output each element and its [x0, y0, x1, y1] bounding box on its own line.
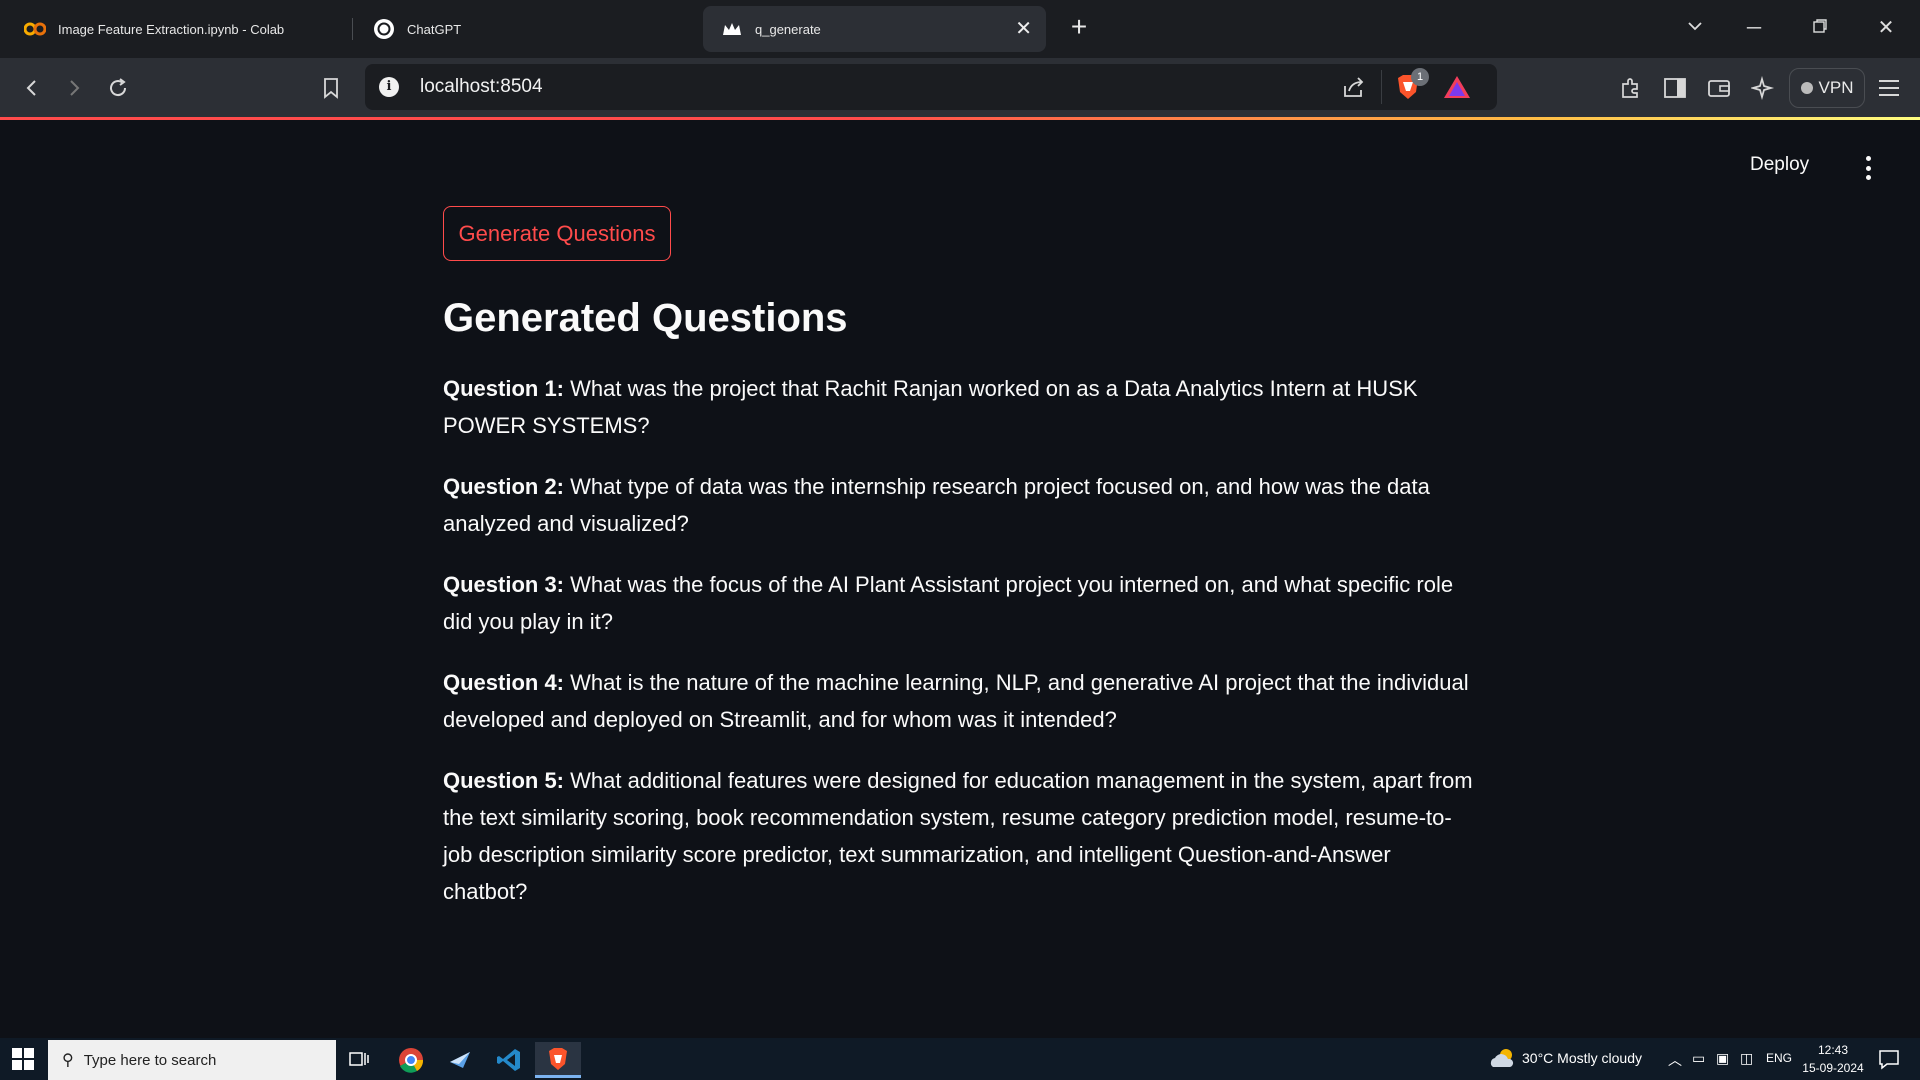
- extensions-icon[interactable]: [1615, 72, 1647, 104]
- list-item: Question 5: What additional features wer…: [443, 762, 1473, 910]
- question-label: Question 4:: [443, 670, 565, 695]
- vpn-label: VPN: [1818, 78, 1854, 97]
- battery-icon[interactable]: ▭: [1692, 1050, 1705, 1067]
- task-view-icon[interactable]: [336, 1042, 382, 1078]
- url-text[interactable]: localhost:8504: [420, 76, 543, 98]
- browser-toolbar: i localhost:8504 1 VPN: [0, 58, 1920, 118]
- list-item: Question 2: What type of data was the in…: [443, 468, 1473, 542]
- weather-text[interactable]: 30°C Mostly cloudy: [1522, 1050, 1642, 1066]
- show-hidden-icons-chevron-icon[interactable]: ︿: [1668, 1050, 1682, 1070]
- back-button[interactable]: [16, 72, 48, 104]
- weather-cloud-icon[interactable]: [1488, 1047, 1516, 1074]
- questions-list: Question 1: What was the project that Ra…: [443, 370, 1473, 934]
- tab-label: Image Feature Extraction.ipynb - Colab: [58, 21, 285, 37]
- tab-colab[interactable]: Image Feature Extraction.ipynb - Colab: [6, 6, 346, 52]
- language-indicator[interactable]: ENG: [1766, 1051, 1792, 1065]
- tab-chatgpt[interactable]: ChatGPT: [355, 6, 685, 52]
- reload-button[interactable]: [102, 72, 134, 104]
- question-text: What additional features were designed f…: [443, 768, 1473, 904]
- address-bar[interactable]: i localhost:8504 1: [365, 64, 1497, 110]
- leo-ai-icon[interactable]: [1747, 72, 1779, 104]
- deploy-button[interactable]: Deploy: [1750, 154, 1809, 176]
- close-tab-icon[interactable]: ✕: [1015, 19, 1032, 39]
- shields-count-badge: 1: [1411, 68, 1429, 86]
- search-placeholder: Type here to search: [83, 1051, 217, 1069]
- tab-separator: [352, 18, 353, 40]
- generate-questions-button[interactable]: Generate Questions: [443, 206, 671, 261]
- question-label: Question 2:: [443, 474, 565, 499]
- vscode-icon[interactable]: [486, 1042, 532, 1078]
- divider: [1381, 70, 1382, 104]
- colab-icon: [24, 18, 46, 40]
- main-menu-icon[interactable]: [1858, 156, 1878, 180]
- vpn-button[interactable]: VPN: [1789, 68, 1865, 108]
- streamlit-crown-icon: [721, 18, 743, 40]
- taskbar-clock[interactable]: 12:43 15-09-2024: [1798, 1041, 1868, 1077]
- page-title: Generated Questions: [443, 296, 848, 340]
- network-icon[interactable]: ◫: [1740, 1050, 1753, 1067]
- share-icon[interactable]: [1341, 74, 1367, 105]
- list-item: Question 3: What was the focus of the AI…: [443, 566, 1473, 640]
- windows-start-icon[interactable]: [12, 1048, 34, 1070]
- restore-window-button[interactable]: [1808, 16, 1832, 40]
- menu-icon[interactable]: [1873, 72, 1905, 104]
- question-text: What is the nature of the machine learni…: [443, 670, 1469, 732]
- question-text: What was the project that Rachit Ranjan …: [443, 376, 1418, 438]
- bookmark-icon[interactable]: [315, 72, 347, 104]
- app-page: Deploy Generate Questions Generated Ques…: [0, 120, 1920, 1038]
- clock-date: 15-09-2024: [1802, 1061, 1864, 1075]
- taskbar-search-input[interactable]: ⚲ Type here to search: [48, 1040, 336, 1080]
- forward-button[interactable]: [58, 72, 90, 104]
- app-launcher-icon[interactable]: [437, 1042, 483, 1078]
- browser-tab-strip: Image Feature Extraction.ipynb - Colab C…: [0, 0, 1920, 58]
- tab-label: ChatGPT: [407, 21, 462, 37]
- brave-rewards-icon[interactable]: [1443, 74, 1471, 105]
- question-label: Question 5:: [443, 768, 565, 793]
- sidebar-icon[interactable]: [1659, 72, 1691, 104]
- chatgpt-icon: [373, 18, 395, 40]
- list-item: Question 1: What was the project that Ra…: [443, 370, 1473, 444]
- list-item: Question 4: What is the nature of the ma…: [443, 664, 1473, 738]
- windows-taskbar: ⚲ Type here to search 30°C Mostly cloudy…: [0, 1038, 1920, 1080]
- question-label: Question 1:: [443, 376, 565, 401]
- question-text: What type of data was the internship res…: [443, 474, 1430, 536]
- minimize-window-button[interactable]: ─: [1742, 16, 1766, 40]
- clock-time: 12:43: [1817, 1043, 1849, 1057]
- tab-q-generate[interactable]: q_generate ✕: [703, 6, 1046, 52]
- notifications-icon[interactable]: [1878, 1048, 1900, 1075]
- wallet-icon[interactable]: [1703, 72, 1735, 104]
- camera-icon[interactable]: ▣: [1716, 1050, 1729, 1067]
- site-info-icon[interactable]: i: [379, 77, 399, 97]
- brave-browser-icon[interactable]: [535, 1042, 581, 1078]
- search-icon: ⚲: [62, 1052, 74, 1069]
- question-text: What was the focus of the AI Plant Assis…: [443, 572, 1454, 634]
- close-window-button[interactable]: ✕: [1874, 16, 1898, 40]
- new-tab-button[interactable]: +: [1065, 13, 1093, 42]
- question-label: Question 3:: [443, 572, 565, 597]
- tab-label: q_generate: [755, 21, 821, 37]
- tab-search-chevron-icon[interactable]: [1683, 16, 1707, 40]
- chrome-icon[interactable]: [388, 1042, 434, 1078]
- vpn-status-dot-icon: [1800, 82, 1813, 94]
